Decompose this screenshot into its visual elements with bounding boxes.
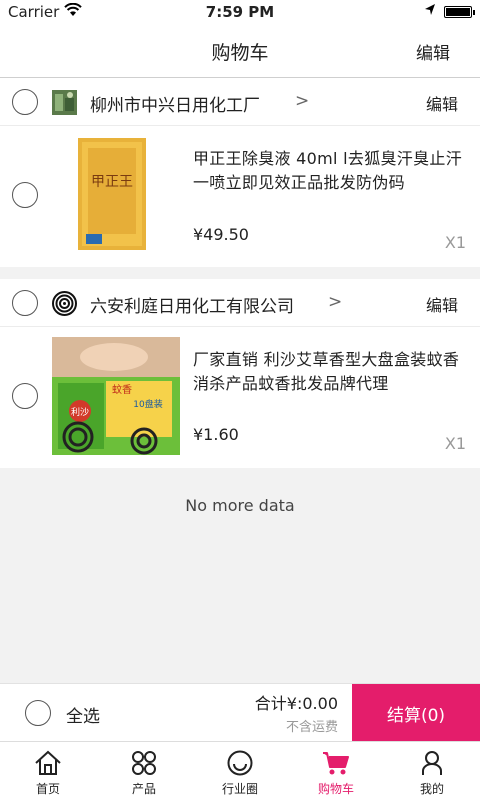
shop-header: 柳州市中兴日用化工厂 > 编辑: [0, 78, 480, 126]
product-thumbnail[interactable]: 利沙 蚊香 10盘装: [52, 337, 180, 455]
shipping-note: 不含运费: [285, 720, 338, 735]
shop-name[interactable]: 柳州市中兴日用化工厂: [90, 91, 260, 116]
item-select-radio[interactable]: [12, 182, 38, 208]
cart-item: 甲正王 甲正王除臭液 40ml l去狐臭汗臭止汗一喷立即见效正品批发防伪码 ¥4…: [0, 126, 480, 266]
location-arrow-icon: [425, 4, 435, 15]
page-title: 购物车: [211, 42, 269, 64]
item-title[interactable]: 厂家直销 利沙艾草香型大盘盒装蚊香消杀产品蚊香批发品牌代理: [193, 348, 473, 396]
shop-group: 柳州市中兴日用化工厂 > 编辑 甲正王 甲正王除臭液 40ml l去狐臭汗臭止汗…: [0, 78, 480, 267]
tab-label: 产品: [131, 782, 156, 796]
tab-label: 首页: [35, 782, 60, 796]
checkout-button[interactable]: 结算(0): [352, 684, 480, 742]
tab-label: 我的: [419, 782, 444, 796]
grid-icon: [132, 751, 156, 775]
checkout-bar: 全选 合计¥:0.00 不含运费 结算(0): [0, 683, 480, 742]
tab-home[interactable]: 首页: [0, 742, 96, 800]
tab-label: 购物车: [317, 782, 354, 796]
product-thumbnail[interactable]: 甲正王: [52, 136, 180, 254]
nav-bar: 购物车 编辑: [0, 24, 480, 78]
tab-bar: 首页 产品 行业圈 购物车 我的: [0, 741, 480, 800]
no-more-data-label: No more data: [185, 496, 295, 515]
home-icon: [35, 750, 61, 775]
shop-select-radio[interactable]: [12, 89, 38, 115]
chevron-right-icon[interactable]: >: [295, 91, 309, 111]
edit-button[interactable]: 编辑: [416, 39, 450, 64]
item-quantity: X1: [444, 233, 466, 252]
item-price: ¥49.50: [193, 225, 249, 244]
shop-edit-button[interactable]: 编辑: [426, 91, 458, 115]
tab-mine[interactable]: 我的: [384, 742, 480, 800]
item-quantity: X1: [444, 434, 466, 453]
tab-industry-circle[interactable]: 行业圈: [192, 742, 288, 800]
battery-icon: [444, 6, 475, 18]
svg-text:蚊香: 蚊香: [112, 383, 132, 396]
chevron-right-icon[interactable]: >: [328, 292, 342, 312]
shop-logo-icon: [52, 90, 77, 115]
tab-cart[interactable]: 购物车: [288, 742, 384, 800]
smile-icon: [227, 750, 253, 776]
shop-group: 六安利庭日用化工有限公司 > 编辑 利沙 蚊香 10盘装 厂家直销 利沙艾草香型…: [0, 279, 480, 468]
shop-header: 六安利庭日用化工有限公司 > 编辑: [0, 279, 480, 327]
svg-text:利沙: 利沙: [71, 406, 89, 418]
item-price: ¥1.60: [193, 425, 239, 444]
svg-text:甲正王: 甲正王: [91, 174, 133, 190]
svg-text:10盘装: 10盘装: [133, 398, 162, 410]
tab-products[interactable]: 产品: [96, 742, 192, 800]
shop-logo-icon: [52, 291, 77, 316]
total-amount: 合计¥:0.00: [254, 694, 338, 713]
tab-label: 行业圈: [221, 782, 258, 796]
shop-name[interactable]: 六安利庭日用化工有限公司: [90, 292, 294, 317]
clock: 7:59 PM: [205, 3, 275, 21]
select-all-radio[interactable]: [25, 700, 51, 726]
shop-edit-button[interactable]: 编辑: [426, 292, 458, 316]
shop-select-radio[interactable]: [12, 290, 38, 316]
person-icon: [422, 751, 442, 775]
cart-item: 利沙 蚊香 10盘装 厂家直销 利沙艾草香型大盘盒装蚊香消杀产品蚊香批发品牌代理…: [0, 327, 480, 467]
item-select-radio[interactable]: [12, 383, 38, 409]
cart-icon: [323, 752, 349, 775]
item-title[interactable]: 甲正王除臭液 40ml l去狐臭汗臭止汗一喷立即见效正品批发防伪码: [193, 147, 473, 195]
select-all-label[interactable]: 全选: [66, 702, 100, 727]
status-bar: Carrier 7:59 PM: [0, 0, 480, 24]
